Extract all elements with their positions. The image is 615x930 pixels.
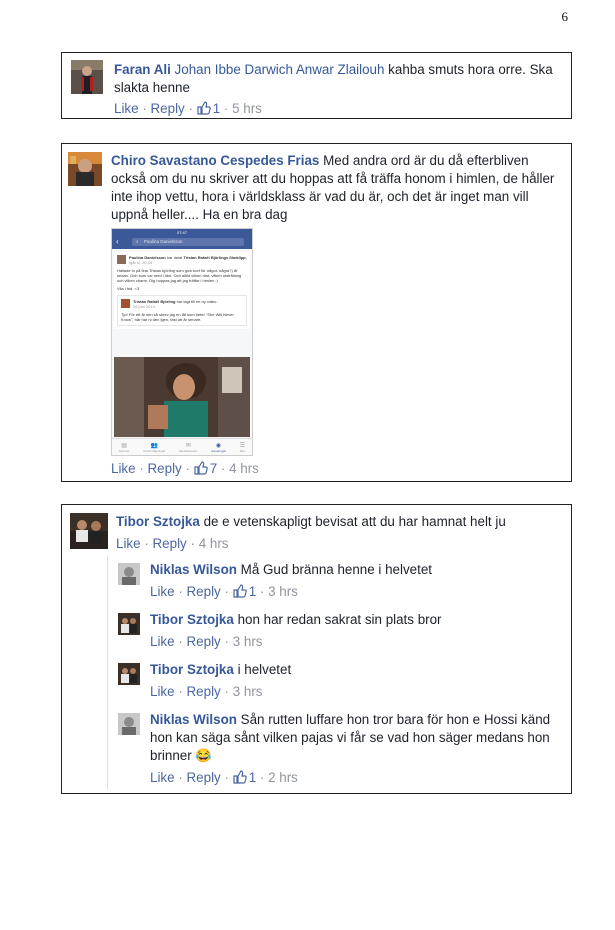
timestamp[interactable]: 4 hrs [229, 461, 259, 476]
avatar-faran-ali[interactable] [71, 60, 103, 94]
post-avatar [117, 255, 126, 264]
status-bar: 07:47 [112, 229, 252, 236]
post-text: Hallade in på fina Tristan björling som … [117, 268, 242, 283]
menu-icon: ☰ [239, 442, 246, 449]
reply-link[interactable]: Reply [187, 634, 221, 649]
timestamp[interactable]: 2 hrs [268, 770, 298, 785]
tab-messages[interactable]: ✉ Meddelanden [179, 442, 197, 453]
timestamp[interactable]: 5 hrs [232, 101, 262, 116]
author-name[interactable]: Niklas Wilson [150, 562, 237, 577]
avatar-chiro[interactable] [68, 152, 102, 186]
globe-icon: ◉ [215, 442, 222, 449]
like-count[interactable]: 1 [233, 770, 256, 785]
back-icon: ‹ [116, 237, 119, 246]
search-query: Paulina Danielsson [144, 239, 183, 244]
author-name[interactable]: Niklas Wilson [150, 712, 237, 727]
like-link[interactable]: Like [150, 634, 175, 649]
author-name[interactable]: Tibor Sztojka [150, 612, 234, 627]
comment-actions: Like · Reply · 4 hrs [116, 536, 229, 551]
reply-body: i helvetet [233, 662, 292, 677]
search-bar: ‹ ⌕ Paulina Danielsson [112, 236, 252, 249]
thumbs-up-icon [197, 101, 211, 115]
reply-actions: Like · Reply · 3 hrs [150, 634, 263, 649]
author-name[interactable]: Tibor Sztojka [150, 662, 234, 677]
comment-box-3: Tibor Sztojka de e vetenskapligt bevisat… [61, 504, 572, 794]
video-thumbnail[interactable] [114, 357, 250, 437]
comment-box-2: Chiro Savastano Cespedes Frias Med andra… [61, 143, 572, 482]
inner-date: 26 juni 2014 · [133, 304, 158, 309]
reply-link[interactable]: Reply [187, 584, 221, 599]
reply-link[interactable]: Reply [187, 684, 221, 699]
comment-text: Chiro Savastano Cespedes Frias Med andra… [111, 152, 566, 224]
tab-more[interactable]: ☰ Mer [240, 442, 245, 453]
news-icon: ▤ [121, 442, 127, 449]
avatar-tibor-small[interactable] [118, 613, 140, 635]
timestamp[interactable]: 3 hrs [233, 684, 263, 699]
like-count[interactable]: 1 [197, 101, 220, 116]
avatar-tibor-small[interactable] [118, 663, 140, 685]
inner-post: Tristan Rafaël Björling har lagt till en… [117, 295, 247, 326]
thumbs-up-icon [233, 584, 247, 598]
like-link[interactable]: Like [111, 461, 136, 476]
comment-body: de e vetenskapligt bevisat att du har ha… [199, 514, 506, 529]
like-link[interactable]: Like [116, 536, 141, 551]
like-link[interactable]: Like [150, 770, 175, 785]
tab-notifications[interactable]: ◉ Aviseringar [211, 442, 226, 453]
search-icon: ⌕ [136, 239, 139, 244]
thumbs-up-icon [194, 461, 208, 475]
reply-actions: Like · Reply · 1 · 3 hrs [150, 584, 298, 599]
messages-icon: ✉ [185, 442, 191, 449]
inner-action: har lagt till en ny video. [176, 299, 218, 304]
reply-thread: Niklas Wilson Må Gud bränna henne i helv… [107, 555, 566, 790]
laughing-emoji-icon: 😂 [195, 748, 213, 763]
avatar-tibor[interactable] [70, 513, 108, 549]
inner-avatar [121, 299, 130, 308]
reply-link[interactable]: Reply [153, 536, 187, 551]
comment-actions: Like · Reply · 1 · 5 hrs [114, 101, 262, 116]
reply-link[interactable]: Reply [148, 461, 182, 476]
comment-text: Tibor Sztojka de e vetenskapligt bevisat… [116, 513, 566, 531]
tab-news[interactable]: ▤ Nyheter [119, 442, 130, 453]
tab-bar: ▤ Nyheter 👥 Vänförfrågningar ✉ Meddelanden … [112, 438, 252, 455]
author-name[interactable]: Tibor Sztojka [116, 514, 200, 529]
inner-text: Tjo! För ett år sen så skrev jag en låt … [121, 312, 234, 322]
like-count[interactable]: 1 [233, 584, 256, 599]
like-count[interactable]: 7 [194, 461, 217, 476]
post-date: Igår kl. 20:44 [129, 260, 153, 265]
timestamp[interactable]: 4 hrs [199, 536, 229, 551]
timestamp[interactable]: 3 hrs [233, 634, 263, 649]
tab-friends[interactable]: 👥 Vänförfrågningar [143, 442, 165, 453]
reply-link[interactable]: Reply [187, 770, 221, 785]
like-link[interactable]: Like [114, 101, 139, 116]
comment-box-1: Faran Ali Johan Ibbe Darwich Anwar Zlail… [61, 52, 572, 119]
like-link[interactable]: Like [150, 584, 175, 599]
avatar-niklas[interactable] [118, 713, 140, 735]
avatar-niklas[interactable] [118, 563, 140, 585]
comment-text: Faran Ali Johan Ibbe Darwich Anwar Zlail… [114, 61, 566, 97]
post-shared: har delat [166, 255, 183, 260]
mention-name[interactable]: Johan Ibbe Darwich Anwar Zlailouh [175, 62, 385, 77]
reply-link[interactable]: Reply [151, 101, 185, 116]
reply-actions: Like · Reply · 1 · 2 hrs [150, 770, 298, 785]
timestamp[interactable]: 3 hrs [268, 584, 298, 599]
post-card: Paulina Danielsson har delat Tristan Raf… [114, 252, 250, 329]
post-footer: Vila i frid. <3 [117, 286, 140, 291]
reply-body: Må Gud bränna henne i helvetet [236, 562, 432, 577]
reply-actions: Like · Reply · 3 hrs [150, 684, 263, 699]
attached-screenshot[interactable]: 07:47 ‹ ⌕ Paulina Danielsson Paulina Dan… [111, 228, 253, 456]
reply-body: hon har redan sakrat sin plats bror [233, 612, 442, 627]
like-link[interactable]: Like [150, 684, 175, 699]
post-target: Tristan Rafaël Björlings filmklipp. [183, 255, 247, 260]
thumbs-up-icon [233, 770, 247, 784]
comment-actions: Like · Reply · 7 · 4 hrs [111, 461, 259, 476]
friends-icon: 👥 [150, 442, 159, 449]
author-name[interactable]: Chiro Savastano Cespedes Frias [111, 153, 319, 168]
author-name[interactable]: Faran Ali [114, 62, 171, 77]
page-number: 6 [561, 9, 569, 24]
